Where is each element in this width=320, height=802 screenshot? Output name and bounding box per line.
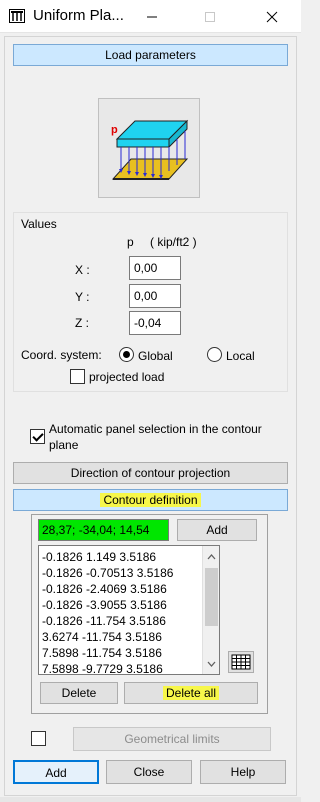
scroll-down-icon[interactable] bbox=[203, 655, 219, 672]
scroll-thumb[interactable] bbox=[205, 568, 218, 626]
z-label: Z : bbox=[75, 316, 89, 330]
scroll-up-icon[interactable] bbox=[203, 548, 219, 565]
y-value-field[interactable]: 0,00 bbox=[129, 284, 181, 308]
window-title: Uniform Pla... bbox=[33, 7, 124, 24]
list-item[interactable]: 3.6274 -11.754 3.5186 bbox=[39, 629, 203, 645]
close-button[interactable]: Close bbox=[106, 760, 192, 784]
table-icon bbox=[231, 654, 251, 670]
current-point-field[interactable]: 28,37; -34,04; 14,54 bbox=[38, 519, 169, 541]
app-icon bbox=[9, 9, 25, 23]
x-label: X : bbox=[75, 263, 90, 277]
direction-of-contour-projection-button[interactable]: Direction of contour projection bbox=[13, 462, 288, 484]
minimize-icon bbox=[147, 16, 157, 17]
help-button[interactable]: Help bbox=[200, 760, 286, 784]
list-item[interactable]: 7.5898 -11.754 3.5186 bbox=[39, 645, 203, 661]
x-value-field[interactable]: 0,00 bbox=[129, 256, 181, 280]
list-item[interactable]: -0.1826 -2.4069 3.5186 bbox=[39, 581, 203, 597]
geometrical-limits-checkbox[interactable] bbox=[31, 731, 46, 746]
list-item[interactable]: -0.1826 -11.754 3.5186 bbox=[39, 613, 203, 629]
table-button[interactable] bbox=[228, 651, 254, 673]
bottom-edge bbox=[0, 797, 301, 802]
values-heading: Values bbox=[21, 217, 57, 231]
coord-system-label: Coord. system: bbox=[21, 348, 102, 362]
maximize-icon bbox=[205, 11, 215, 22]
add-button[interactable]: Add bbox=[13, 760, 99, 784]
projected-load-label: projected load bbox=[89, 370, 165, 384]
delete-button[interactable]: Delete bbox=[40, 682, 118, 704]
values-column-label: p bbox=[127, 235, 134, 249]
delete-all-label: Delete all bbox=[162, 686, 220, 700]
global-radio[interactable] bbox=[119, 347, 134, 362]
contour-points-list[interactable]: -0.1826 1.149 3.5186 -0.1826 -0.70513 3.… bbox=[38, 545, 220, 675]
plate-load-illustration: p bbox=[98, 98, 200, 198]
local-radio[interactable] bbox=[207, 347, 222, 362]
contour-definition-button[interactable]: Contour definition bbox=[13, 489, 288, 511]
values-unit: ( kip/ft2 ) bbox=[150, 235, 197, 249]
points-list-body: -0.1826 1.149 3.5186 -0.1826 -0.70513 3.… bbox=[39, 549, 203, 674]
svg-text:p: p bbox=[111, 124, 118, 136]
maximize-button[interactable] bbox=[188, 0, 232, 33]
y-label: Y : bbox=[75, 290, 90, 304]
list-item[interactable]: -0.1826 1.149 3.5186 bbox=[39, 549, 203, 565]
contour-definition-label: Contour definition bbox=[100, 493, 201, 507]
add-point-button[interactable]: Add bbox=[177, 519, 257, 541]
local-radio-label: Local bbox=[226, 349, 255, 363]
list-item[interactable]: -0.1826 -0.70513 3.5186 bbox=[39, 565, 203, 581]
minimize-button[interactable] bbox=[130, 0, 174, 33]
projected-load-checkbox[interactable] bbox=[70, 369, 85, 384]
geometrical-limits-button: Geometrical limits bbox=[73, 727, 271, 751]
automatic-panel-checkbox[interactable] bbox=[30, 429, 45, 444]
close-icon bbox=[266, 11, 278, 22]
title-bar: Uniform Pla... bbox=[0, 0, 301, 33]
list-item[interactable]: -0.1826 -3.9055 3.5186 bbox=[39, 597, 203, 613]
delete-all-button[interactable]: Delete all bbox=[124, 682, 258, 704]
global-radio-label: Global bbox=[138, 349, 173, 363]
z-value-field[interactable]: -0,04 bbox=[129, 311, 181, 335]
close-window-button[interactable] bbox=[250, 0, 294, 33]
automatic-panel-label-line1: Automatic panel selection in the contour bbox=[49, 422, 262, 436]
automatic-panel-label-line2: plane bbox=[49, 438, 79, 452]
list-item[interactable]: 7.5898 -9.7729 3.5186 bbox=[39, 661, 203, 674]
points-scrollbar[interactable] bbox=[202, 546, 219, 674]
load-parameters-button[interactable]: Load parameters bbox=[13, 44, 288, 66]
